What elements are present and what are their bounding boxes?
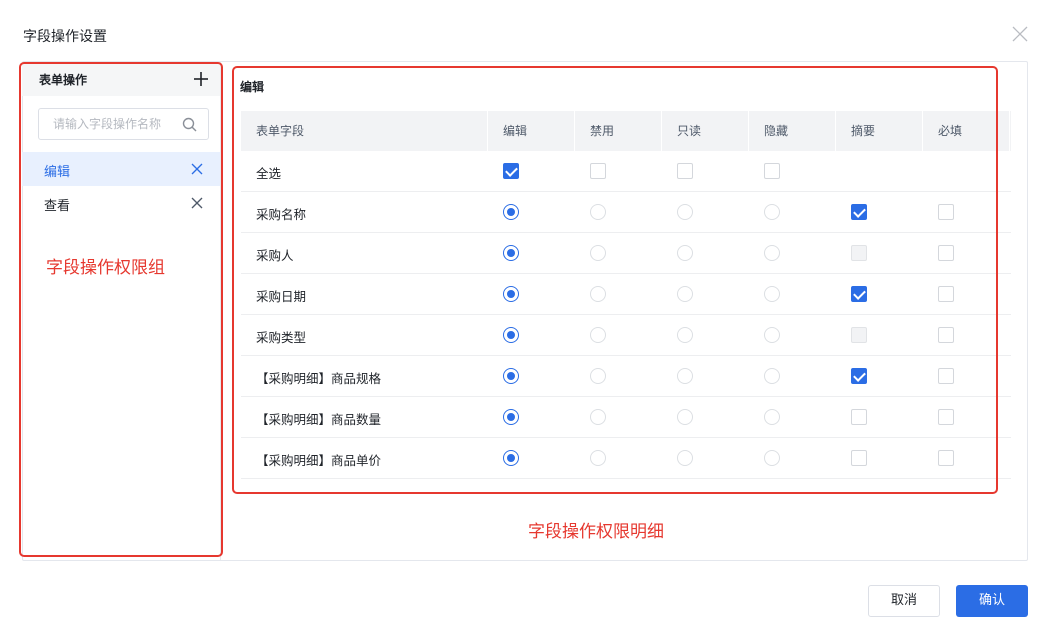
cancel-button[interactable]: 取消: [868, 585, 940, 617]
annotation-box-right: [232, 66, 998, 494]
annotation-label-left: 字段操作权限组: [46, 258, 165, 278]
annotation-label-right: 字段操作权限明细: [528, 522, 664, 542]
confirm-button[interactable]: 确认: [956, 585, 1028, 617]
dialog-title: 字段操作设置: [23, 29, 107, 45]
annotation-box-left: [19, 62, 223, 557]
close-icon[interactable]: [1010, 24, 1030, 44]
